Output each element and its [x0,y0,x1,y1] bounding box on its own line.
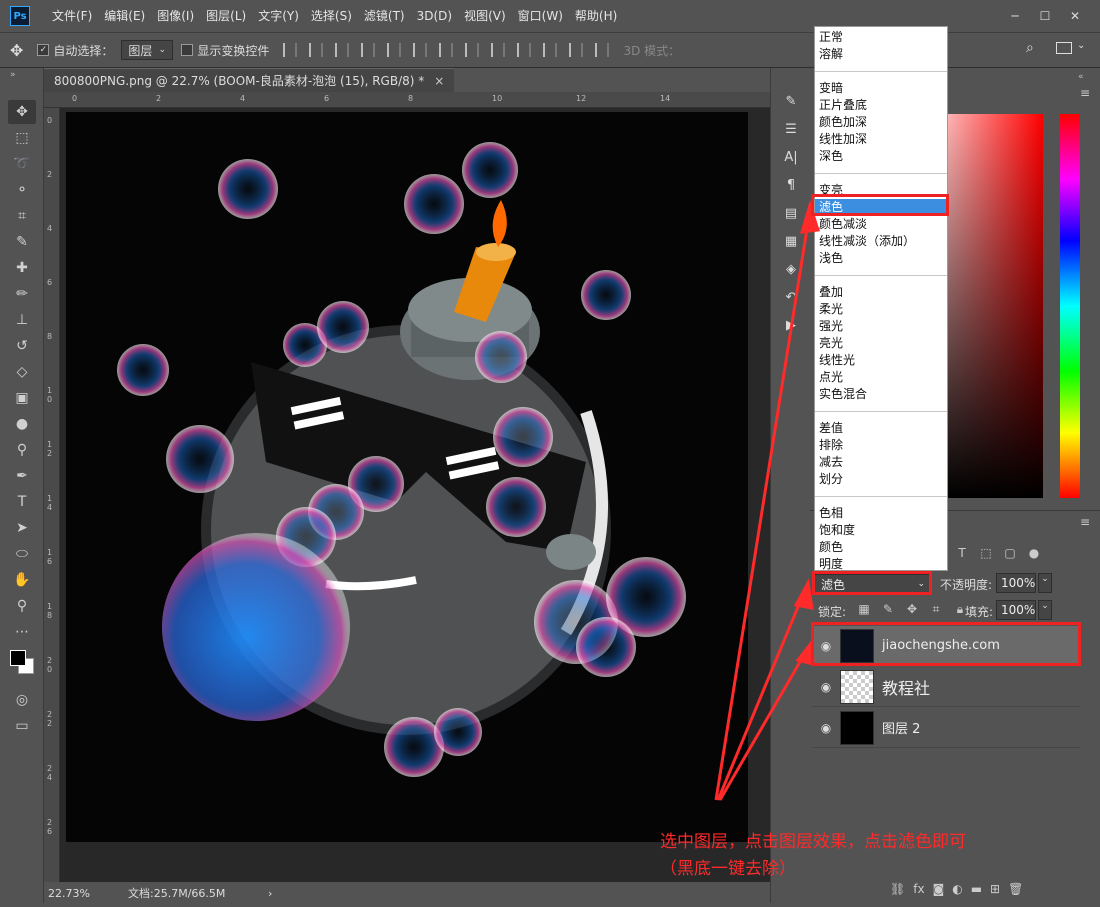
instruction-annotation: 选中图层，点击图层效果，点击滤色即可 （黑底一键去除） [660,829,1100,883]
instruction-line-1: 选中图层，点击图层效果，点击滤色即可 [660,832,966,852]
instruction-line-2: （黑底一键去除） [660,859,796,879]
highlight-screen-option-box [811,194,949,216]
highlight-blend-dropdown-box [812,571,932,595]
annotation-arrows [714,199,820,801]
highlight-selected-layer-box [811,622,1081,666]
